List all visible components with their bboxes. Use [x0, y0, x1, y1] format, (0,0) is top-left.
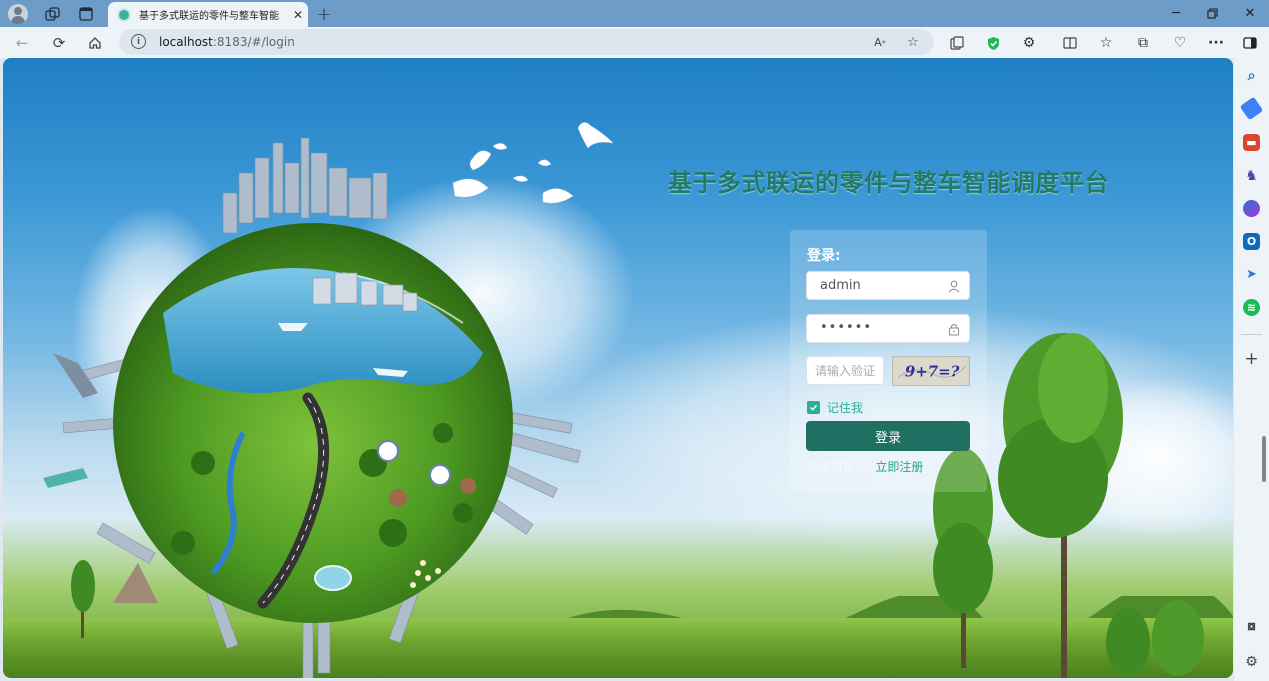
password-value: ••••••: [820, 320, 873, 335]
captcha-input[interactable]: [806, 356, 884, 385]
performance-heart-icon[interactable]: ♡: [1170, 33, 1190, 53]
small-tree-left: [71, 560, 95, 638]
browser-tab-active[interactable]: 基于多式联运的零件与整车智能 ✕: [108, 2, 308, 27]
outlook-icon[interactable]: O: [1243, 233, 1260, 250]
browser-sidebar: ⌕ ▬ ♞ O ➤ ≋ + ⧇ ⚙: [1234, 58, 1269, 681]
add-sidebar-app-icon[interactable]: +: [1243, 349, 1260, 369]
home-icon[interactable]: [85, 33, 105, 53]
restore-icon[interactable]: [1202, 4, 1222, 22]
read-aloud-icon[interactable]: A»: [871, 33, 889, 51]
register-row: 还没有账号? 立即注册: [807, 458, 923, 475]
login-card: 登录: admin •••••• 9+7=? 记住我 登录 还没有账号?立即注册: [790, 230, 987, 492]
minimize-icon[interactable]: ─: [1166, 4, 1186, 22]
back-icon[interactable]: ←: [12, 33, 32, 53]
login-button[interactable]: 登录: [806, 421, 970, 451]
page-scrollbar-thumb[interactable]: [1262, 436, 1266, 482]
address-url[interactable]: localhost:8183/#/login: [159, 35, 295, 49]
screenshot-icon[interactable]: ⧇: [1243, 618, 1260, 635]
games-chess-icon[interactable]: ♞: [1243, 167, 1260, 184]
register-link[interactable]: 立即注册: [875, 460, 923, 474]
workspaces-icon[interactable]: [42, 4, 62, 24]
favorite-star-icon[interactable]: ☆: [904, 33, 922, 51]
spotify-icon[interactable]: ≋: [1243, 299, 1260, 316]
lock-icon: [948, 323, 960, 336]
split-screen-icon[interactable]: [1060, 33, 1080, 53]
password-field[interactable]: ••••••: [806, 314, 970, 343]
page-title: 基于多式联运的零件与整车智能调度平台: [668, 169, 1109, 197]
tools-briefcase-icon[interactable]: ▬: [1243, 134, 1260, 151]
page-viewport: 基于多式联运的零件与整车智能调度平台 登录: admin •••••• 9+7=…: [3, 58, 1233, 678]
extensions-puzzle-icon[interactable]: ⚙: [1019, 33, 1039, 53]
site-info-icon[interactable]: i: [131, 34, 146, 49]
remember-me-label: 记住我: [827, 401, 864, 415]
tab-title: 基于多式联运的零件与整车智能: [139, 11, 279, 22]
captcha-text: 9+7=?: [905, 363, 960, 381]
site-favicon-icon: [117, 7, 131, 22]
username-field[interactable]: admin: [806, 271, 970, 300]
username-value: admin: [820, 278, 861, 293]
tab-split-icon[interactable]: [947, 33, 967, 53]
more-menu-icon[interactable]: ···: [1206, 33, 1226, 53]
remember-me-checkbox[interactable]: 记住我: [807, 399, 863, 416]
tab-close-icon[interactable]: ✕: [293, 8, 303, 22]
shopping-tag-icon[interactable]: [1239, 96, 1264, 121]
checkbox-checked-icon[interactable]: [807, 401, 820, 414]
browser-toolbar: ← ⟳ i localhost:8183/#/login A» ☆ ⚙ ☆ ⧉ …: [0, 27, 1269, 58]
refresh-icon[interactable]: ⟳: [49, 33, 69, 53]
login-header: 登录:: [807, 248, 841, 264]
address-bar[interactable]: i localhost:8183/#/login A» ☆: [119, 29, 934, 55]
sidebar-divider: [1241, 334, 1262, 335]
register-prompt: 还没有账号?: [807, 460, 874, 474]
collections-icon[interactable]: ⧉: [1133, 33, 1153, 53]
new-tab-icon[interactable]: +: [314, 4, 334, 25]
search-icon[interactable]: ⌕: [1243, 67, 1260, 84]
doves-illustration: [452, 122, 613, 204]
captcha-image[interactable]: 9+7=?: [892, 356, 970, 386]
copilot-icon[interactable]: [1243, 200, 1260, 217]
settings-gear-icon[interactable]: ⚙: [1243, 653, 1260, 670]
profile-avatar-icon[interactable]: [8, 4, 28, 24]
extension-shield-icon[interactable]: [983, 33, 1003, 53]
favorites-icon[interactable]: ☆: [1096, 33, 1116, 53]
browser-tab-bar: 基于多式联运的零件与整车智能 ✕ + ─ ✕: [0, 0, 1269, 27]
user-icon: [948, 280, 960, 293]
send-paper-plane-icon[interactable]: ➤: [1243, 266, 1260, 283]
sidebar-toggle-icon[interactable]: [1240, 33, 1260, 53]
tab-actions-icon[interactable]: [76, 4, 96, 24]
window-close-icon[interactable]: ✕: [1240, 4, 1260, 22]
